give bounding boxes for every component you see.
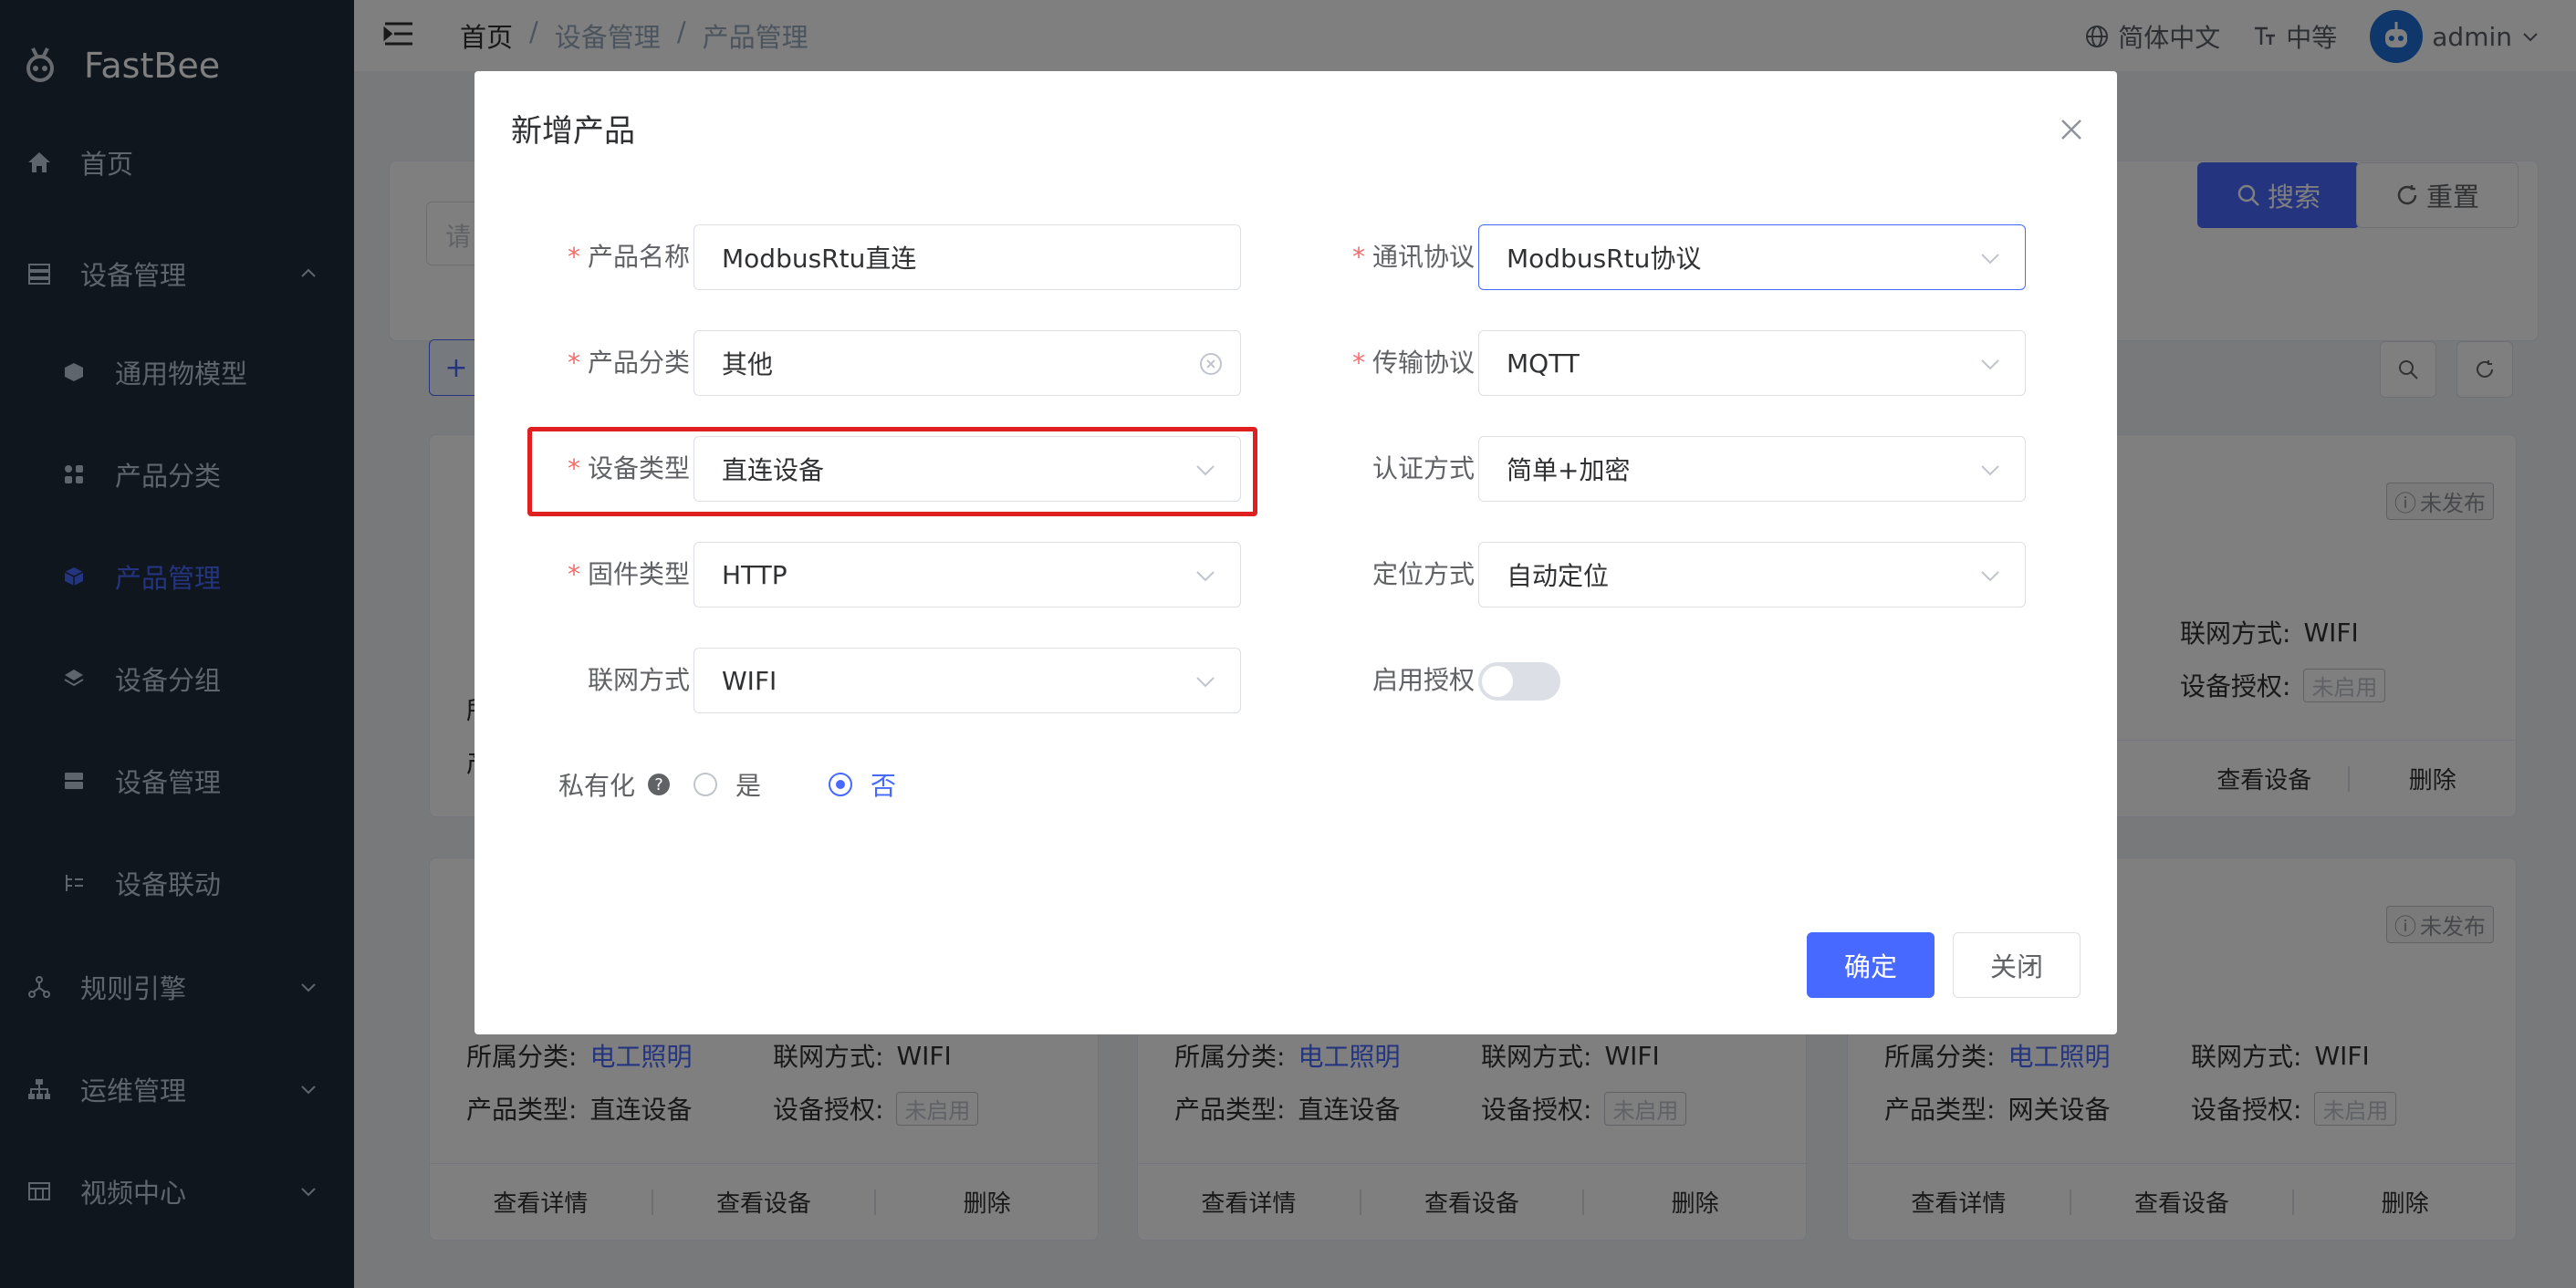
network-mode-label: 联网方式 — [507, 660, 690, 697]
enable-auth-label: 启用授权 — [1292, 660, 1475, 697]
label-text: 通讯协议 — [1371, 242, 1475, 272]
required-mark: * — [1351, 242, 1365, 272]
label-text: 启用授权 — [1371, 665, 1475, 695]
input-value: ModbusRtu直连 — [722, 244, 917, 274]
dialog-title: 新增产品 — [511, 113, 635, 150]
transport-label: * 传输协议 — [1292, 343, 1475, 379]
switch-knob — [1482, 666, 1513, 697]
product-category-label: * 产品分类 — [507, 343, 690, 379]
clear-icon[interactable] — [1198, 351, 1224, 377]
select-value: 简单+加密 — [1507, 455, 1631, 485]
close-icon[interactable] — [2059, 117, 2084, 142]
add-product-dialog: 新增产品 * 产品名称 ModbusRtu直连 * 产品分类 其他 * 设备类型 直连… — [475, 71, 2117, 1034]
radio-label: 否 — [871, 771, 897, 801]
select-value: ModbusRtu协议 — [1507, 244, 1702, 274]
location-mode-select[interactable]: 自动定位 — [1478, 542, 2026, 608]
auth-mode-label: 认证方式 — [1292, 449, 1475, 485]
product-category-select[interactable]: 其他 — [694, 330, 1241, 396]
product-name-label: * 产品名称 — [507, 237, 690, 274]
radio-button[interactable] — [694, 773, 718, 796]
network-mode-select[interactable]: WIFI — [694, 648, 1241, 713]
label-text: 产品名称 — [587, 242, 690, 272]
confirm-button[interactable]: 确定 — [1807, 932, 1935, 998]
enable-auth-switch[interactable] — [1478, 662, 1560, 701]
location-mode-label: 定位方式 — [1292, 555, 1475, 591]
label-text: 传输协议 — [1371, 348, 1475, 378]
select-value: 自动定位 — [1507, 561, 1610, 591]
label-text: 固件类型 — [587, 559, 690, 589]
highlight-box — [527, 427, 1257, 516]
protocol-label: * 通讯协议 — [1292, 237, 1475, 274]
radio-button[interactable] — [829, 773, 853, 796]
select-value: HTTP — [722, 559, 787, 590]
radio-label: 是 — [735, 771, 762, 801]
label-text: 产品分类 — [587, 348, 690, 378]
chevron-down-icon — [1981, 359, 1999, 370]
private-label: 私有化 — [558, 771, 636, 801]
chevron-down-icon — [1196, 571, 1215, 582]
chevron-down-icon — [1981, 465, 1999, 476]
required-mark: * — [567, 559, 580, 589]
chevron-down-icon — [1196, 677, 1215, 688]
required-mark: * — [1351, 348, 1365, 378]
firmware-type-label: * 固件类型 — [507, 555, 690, 591]
required-mark: * — [567, 242, 580, 272]
chevron-down-icon — [1981, 254, 1999, 265]
auth-mode-select[interactable]: 简单+加密 — [1478, 436, 2026, 502]
close-button[interactable]: 关闭 — [1953, 932, 2081, 998]
required-mark: * — [567, 348, 580, 378]
label-text: 认证方式 — [1371, 453, 1475, 483]
label-text: 联网方式 — [587, 665, 690, 695]
transport-select[interactable]: MQTT — [1478, 330, 2026, 396]
help-icon[interactable]: ? — [648, 774, 671, 795]
firmware-type-select[interactable]: HTTP — [694, 542, 1241, 608]
product-name-input[interactable]: ModbusRtu直连 — [694, 224, 1241, 290]
select-value: WIFI — [722, 665, 777, 696]
private-option-yes[interactable]: 是 — [694, 766, 761, 803]
protocol-select[interactable]: ModbusRtu协议 — [1478, 224, 2026, 290]
chevron-down-icon — [1981, 571, 1999, 582]
private-option-no[interactable]: 否 — [829, 766, 896, 803]
select-value: MQTT — [1507, 348, 1580, 379]
help-glyph: ? — [654, 774, 663, 795]
select-value: 其他 — [722, 349, 774, 379]
label-text: 定位方式 — [1371, 559, 1475, 589]
private-radio-group: 私有化 ? 是 否 — [558, 766, 896, 803]
